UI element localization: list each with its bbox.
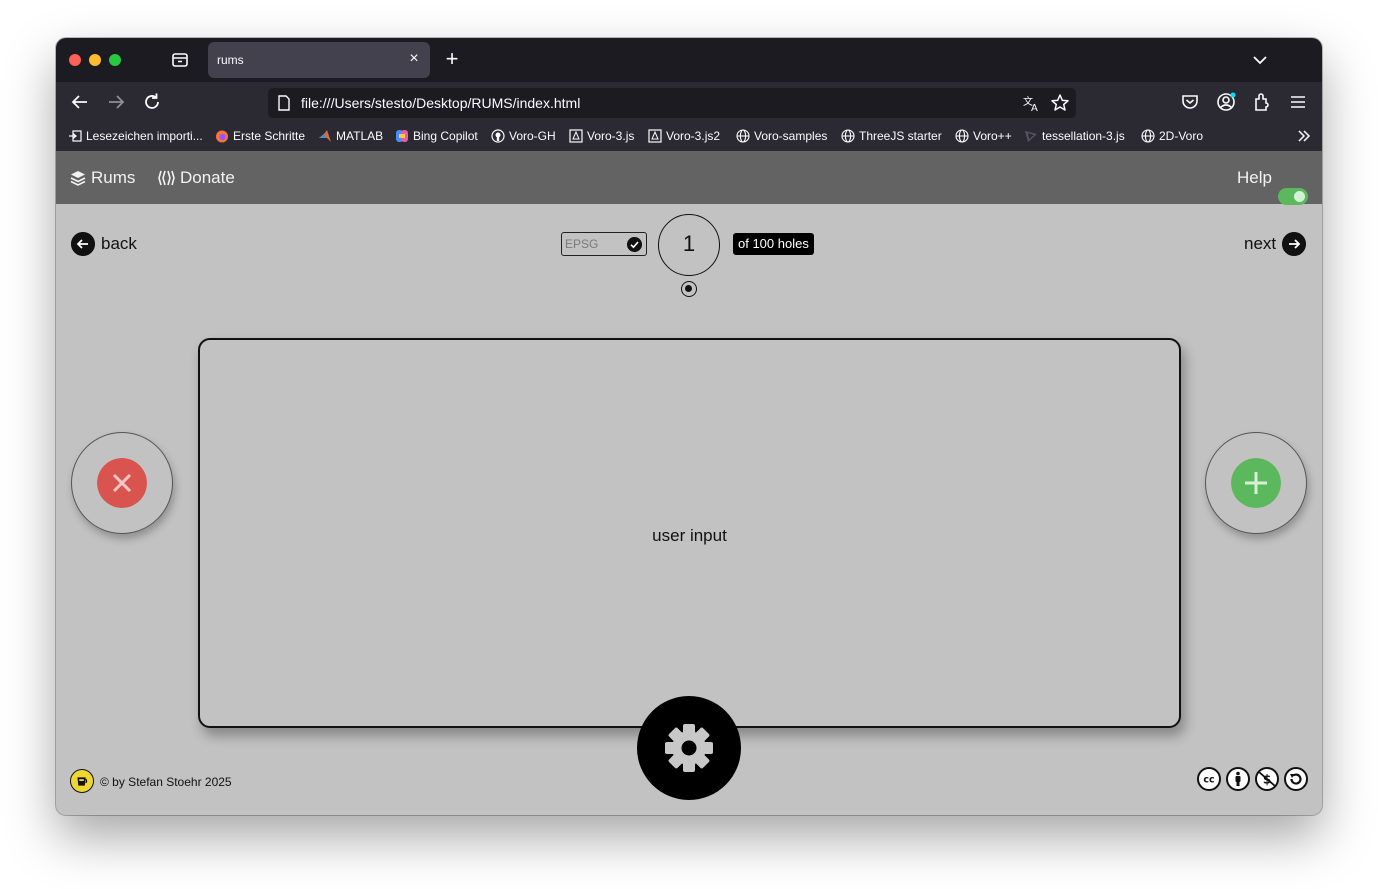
github-icon bbox=[491, 129, 505, 143]
hole-number[interactable]: 1 bbox=[658, 214, 720, 276]
toggle-track[interactable] bbox=[1278, 188, 1308, 205]
bookmark-item[interactable]: ThreeJS starter bbox=[841, 128, 942, 144]
holes-count-badge: of 100 holes bbox=[733, 233, 814, 255]
globe-icon bbox=[841, 129, 855, 143]
accept-button[interactable] bbox=[1205, 432, 1307, 534]
donate-icon bbox=[158, 170, 175, 186]
cc-nc-icon[interactable]: $ bbox=[1255, 767, 1279, 791]
svg-text:A: A bbox=[1031, 103, 1038, 113]
bookmark-item[interactable]: Lesezeichen importi... bbox=[68, 128, 203, 144]
tab-rums[interactable]: rums × bbox=[208, 42, 430, 78]
firefox-icon bbox=[216, 130, 228, 143]
donate-link[interactable]: Donate bbox=[158, 168, 235, 188]
bookmark-label: tessellation-3.js bbox=[1042, 129, 1125, 143]
bookmark-item[interactable]: Voro++ bbox=[955, 128, 1012, 144]
pocket-icon[interactable] bbox=[1179, 91, 1201, 113]
matlab-icon bbox=[319, 130, 331, 142]
close-window-button[interactable] bbox=[69, 54, 81, 66]
zoom-window-button[interactable] bbox=[109, 54, 121, 66]
tab-strip: rums × + bbox=[56, 38, 1322, 82]
bookmark-label: MATLAB bbox=[336, 129, 384, 143]
bookmark-item[interactable]: Voro-3.js2 bbox=[648, 128, 720, 144]
bookmark-label: Erste Schritte bbox=[233, 129, 306, 143]
threejs-icon bbox=[648, 129, 662, 143]
globe-icon bbox=[955, 129, 969, 143]
next-arrow-icon[interactable] bbox=[1282, 232, 1306, 256]
bookmark-label: Voro-GH bbox=[509, 129, 556, 143]
bookmark-label: Voro-samples bbox=[754, 129, 828, 143]
bookmark-label: 2D-Voro bbox=[1159, 129, 1204, 143]
bookmark-item[interactable]: Bing Copilot bbox=[395, 128, 478, 144]
cc-sa-icon[interactable] bbox=[1284, 767, 1308, 791]
bookmarks-overflow-icon[interactable] bbox=[1296, 128, 1312, 144]
account-icon[interactable] bbox=[1215, 91, 1237, 113]
import-icon bbox=[69, 130, 82, 142]
tab-title: rums bbox=[217, 53, 244, 67]
settings-button[interactable] bbox=[637, 696, 741, 800]
bookmark-label: Bing Copilot bbox=[413, 129, 478, 143]
bookmark-item[interactable]: MATLAB bbox=[318, 128, 383, 144]
menu-icon[interactable] bbox=[1287, 91, 1309, 113]
svg-text:cc: cc bbox=[1203, 775, 1214, 786]
bookmark-label: Lesezeichen importi... bbox=[86, 129, 203, 143]
hole-radio[interactable] bbox=[681, 281, 697, 297]
bookmark-label: Voro-3.js2 bbox=[666, 129, 721, 143]
back-arrow-icon[interactable] bbox=[71, 232, 95, 256]
back-arrow-icon[interactable] bbox=[69, 91, 91, 113]
extensions-icon[interactable] bbox=[1251, 91, 1273, 113]
threejs-icon bbox=[569, 129, 583, 143]
rums-link[interactable]: Rums bbox=[70, 168, 135, 188]
tab-close-icon[interactable]: × bbox=[406, 51, 422, 67]
translate-icon[interactable]: 文 A bbox=[1022, 93, 1042, 113]
user-input-label: user input bbox=[652, 526, 727, 545]
coffee-logo-icon[interactable] bbox=[70, 769, 94, 793]
bookmark-label: Voro-3.js bbox=[587, 129, 635, 143]
bookmark-star-icon[interactable] bbox=[1050, 93, 1070, 113]
bookmark-item[interactable]: Voro-samples bbox=[736, 128, 827, 144]
close-icon bbox=[97, 458, 147, 508]
epsg-field[interactable]: EPSG bbox=[561, 232, 647, 256]
layers-icon bbox=[70, 171, 86, 186]
tab-list-icon[interactable] bbox=[170, 51, 190, 69]
new-tab-button[interactable]: + bbox=[441, 48, 463, 71]
check-icon[interactable] bbox=[627, 237, 642, 252]
bookmark-label: ThreeJS starter bbox=[859, 129, 942, 143]
app-header: Rums Donate Help bbox=[56, 151, 1322, 204]
next-button[interactable]: next bbox=[1244, 234, 1276, 254]
minimize-window-button[interactable] bbox=[89, 54, 101, 66]
page-icon bbox=[278, 95, 290, 111]
navigation-toolbar: file:///Users/stesto/Desktop/RUMS/index.… bbox=[56, 82, 1322, 122]
donate-label: Donate bbox=[180, 168, 235, 187]
bookmark-item[interactable]: Erste Schritte bbox=[215, 128, 305, 144]
copyright-text: © by Stefan Stoehr 2025 bbox=[100, 775, 232, 789]
radio-dot bbox=[685, 285, 692, 292]
reload-icon[interactable] bbox=[141, 91, 163, 113]
help-label: Help bbox=[1237, 168, 1272, 187]
bookmark-item[interactable]: Voro-GH bbox=[491, 128, 556, 144]
cc-icon[interactable]: cc bbox=[1197, 767, 1221, 791]
url-text[interactable]: file:///Users/stesto/Desktop/RUMS/index.… bbox=[301, 95, 580, 111]
chevron-down-icon[interactable] bbox=[1250, 51, 1270, 69]
epsg-input[interactable]: EPSG bbox=[565, 237, 598, 251]
forward-arrow-icon[interactable] bbox=[105, 91, 127, 113]
back-button[interactable]: back bbox=[101, 234, 137, 254]
globe-icon bbox=[736, 129, 750, 143]
user-input-panel[interactable]: user input bbox=[198, 338, 1181, 728]
bookmark-label: Voro++ bbox=[973, 129, 1012, 143]
globe-icon bbox=[1141, 129, 1155, 143]
bookmarks-toolbar: Lesezeichen importi... Erste Schritte MA… bbox=[56, 122, 1322, 151]
bookmark-item[interactable]: Voro-3.js bbox=[569, 128, 634, 144]
url-bar[interactable]: file:///Users/stesto/Desktop/RUMS/index.… bbox=[268, 88, 1076, 118]
bookmark-item[interactable]: 2D-Voro bbox=[1141, 128, 1203, 144]
gear-icon bbox=[665, 724, 713, 772]
brand-label: Rums bbox=[91, 168, 136, 187]
plus-icon bbox=[1231, 458, 1281, 508]
browser-window: rums × + file:///Users/stesto/Desktop/RU… bbox=[56, 38, 1322, 815]
cc-by-icon[interactable] bbox=[1226, 767, 1250, 791]
reject-button[interactable] bbox=[71, 432, 173, 534]
toggle-knob bbox=[1294, 191, 1305, 202]
tessellation-icon bbox=[1025, 131, 1037, 142]
copilot-icon bbox=[396, 130, 408, 142]
bookmark-item[interactable]: tessellation-3.js bbox=[1024, 128, 1125, 144]
